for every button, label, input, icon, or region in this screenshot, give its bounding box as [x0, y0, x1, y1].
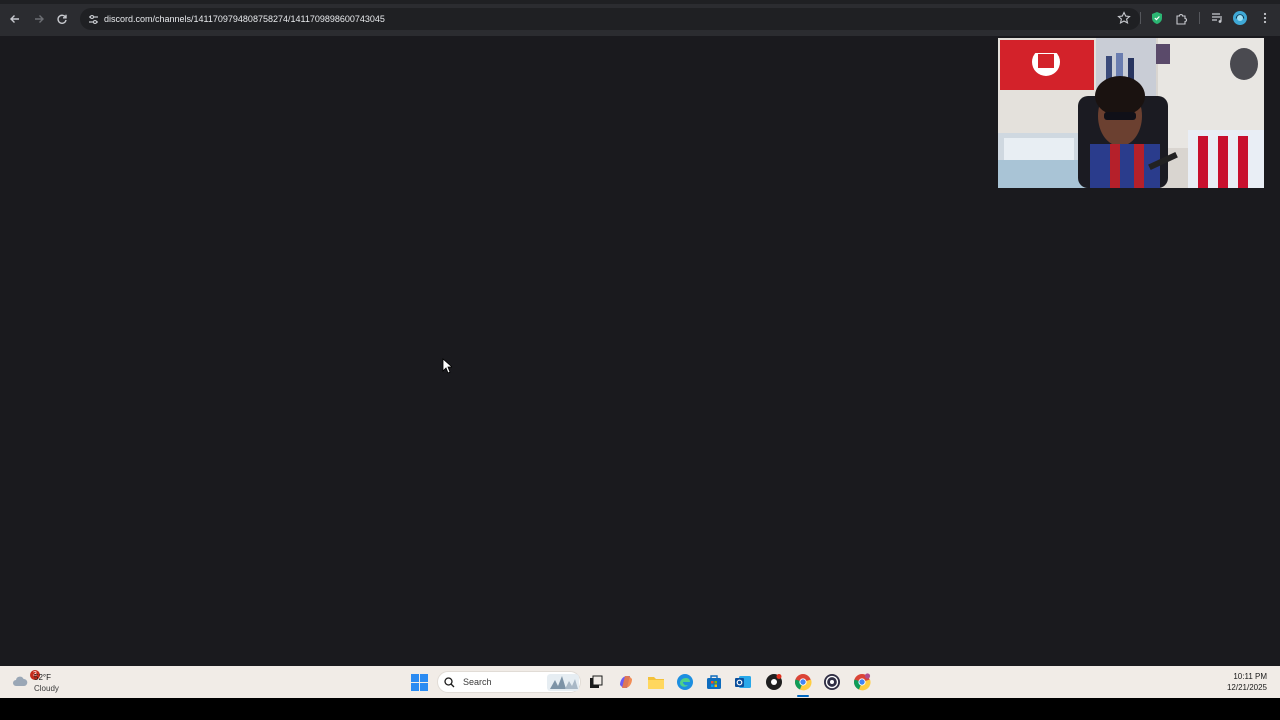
toolbar-separator: [1199, 12, 1200, 24]
taskbar: 3 52°F Cloudy Search 10:11 PM 12/21/2025: [0, 666, 1280, 698]
search-highlight-image: [547, 674, 579, 691]
puzzle-extension-icon[interactable]: [1173, 10, 1189, 26]
weather-widget[interactable]: 3 52°F Cloudy: [10, 669, 70, 695]
forward-button[interactable]: [30, 10, 48, 28]
copilot-icon[interactable]: [616, 672, 636, 692]
windows-logo-icon: [410, 673, 428, 691]
file-explorer-icon[interactable]: [646, 672, 666, 692]
shield-extension-icon[interactable]: [1149, 10, 1165, 26]
arrow-left-icon: [10, 15, 19, 23]
site-info-button[interactable]: [82, 8, 104, 30]
toolbar-separator: [1140, 12, 1141, 24]
weather-condition: Cloudy: [34, 684, 59, 693]
webcam-video: [998, 38, 1264, 188]
obs-icon[interactable]: [822, 672, 842, 692]
url-text[interactable]: discord.com/channels/1411709794808758274…: [104, 14, 385, 24]
back-button[interactable]: [6, 10, 24, 28]
browser-toolbar: discord.com/channels/1411709794808758274…: [0, 0, 1280, 36]
mouse-cursor-icon: [442, 358, 452, 374]
outlook-icon[interactable]: [733, 672, 753, 692]
bookmark-star-icon[interactable]: [1117, 11, 1131, 25]
clock-date: 12/21/2025: [1226, 683, 1267, 692]
more-menu-icon[interactable]: [1257, 10, 1273, 26]
weather-temperature: 52°F: [34, 673, 51, 682]
chrome-icon[interactable]: [793, 672, 813, 692]
microsoft-store-icon[interactable]: [704, 672, 724, 692]
discord-page[interactable]: [0, 36, 1280, 666]
arrow-right-icon: [35, 15, 44, 23]
taskbar-search[interactable]: Search: [437, 671, 581, 693]
media-control-icon[interactable]: [1209, 10, 1225, 26]
tab-strip-edge: [0, 0, 1280, 4]
tune-icon: [88, 14, 98, 24]
task-view-icon[interactable]: [586, 672, 606, 692]
system-clock[interactable]: 10:11 PM 12/21/2025: [1227, 671, 1267, 693]
search-label: Search: [463, 677, 492, 687]
active-app-indicator: [797, 695, 809, 697]
address-bar[interactable]: discord.com/channels/1411709794808758274…: [80, 8, 1140, 30]
search-icon: [444, 676, 455, 687]
screen-bottom-edge: [0, 698, 1280, 720]
reload-icon: [57, 14, 67, 24]
profile-avatar[interactable]: [1232, 10, 1248, 26]
chrome-profile-icon[interactable]: [852, 672, 872, 692]
edge-icon[interactable]: [675, 672, 695, 692]
reload-button[interactable]: [53, 10, 71, 28]
start-button[interactable]: [409, 672, 429, 692]
app-icon[interactable]: [764, 672, 784, 692]
cloud-icon: [13, 676, 28, 686]
clock-time: 10:11 PM: [1233, 672, 1267, 681]
